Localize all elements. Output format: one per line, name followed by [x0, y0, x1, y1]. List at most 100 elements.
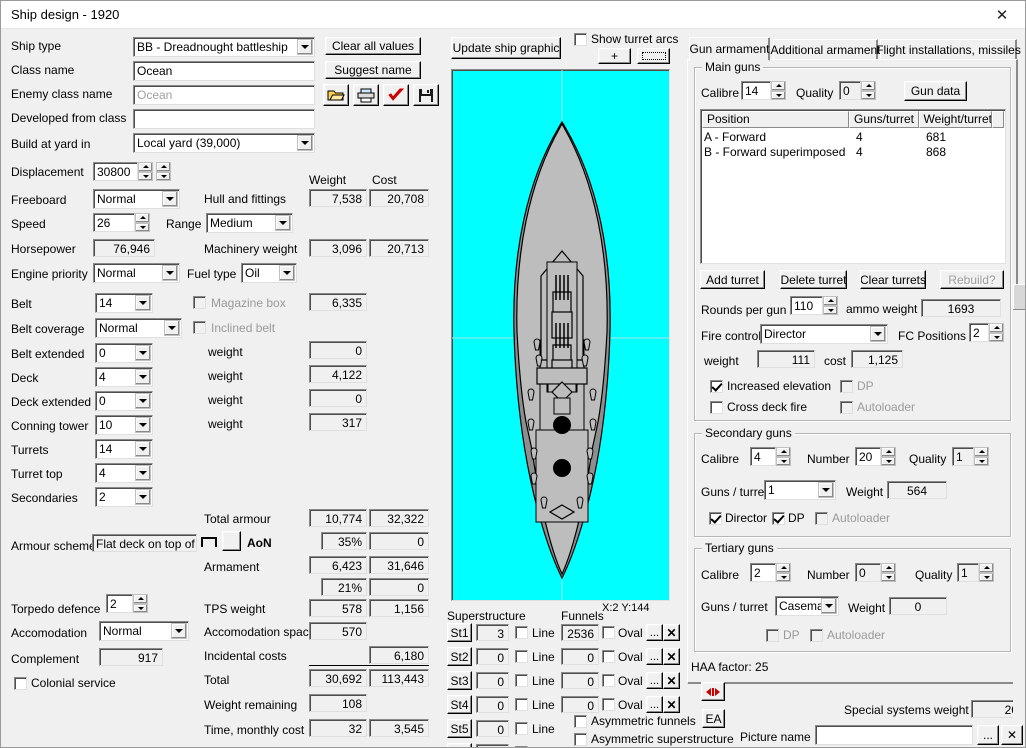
fuel-type-combo[interactable]: Oil: [241, 263, 297, 283]
tertiary-calibre-input[interactable]: 2: [750, 563, 776, 582]
clear-all-values-button[interactable]: Clear all values: [325, 37, 421, 55]
marquee-icon[interactable]: [637, 48, 670, 64]
chevron-down-icon[interactable]: [135, 393, 151, 409]
funnel-browse-button-4[interactable]: ...: [646, 696, 663, 713]
tab-additional-armament[interactable]: Additional armament: [770, 39, 881, 60]
secondary-director-checkbox[interactable]: [709, 512, 722, 525]
col-position[interactable]: Position: [702, 111, 849, 128]
secondary-calibre-stepper[interactable]: [776, 447, 791, 466]
chevron-down-icon[interactable]: [821, 598, 837, 614]
increased-elevation-checkbox[interactable]: [710, 380, 723, 393]
funnel-value-2[interactable]: 0: [561, 648, 599, 665]
tertiary-calibre-stepper[interactable]: [776, 563, 791, 582]
tertiary-number-input[interactable]: 0: [855, 563, 881, 582]
superstructure-line-checkbox-2[interactable]: [515, 650, 528, 663]
chevron-down-icon[interactable]: [275, 215, 291, 231]
picture-clear-button[interactable]: ✕: [1001, 725, 1023, 745]
col-weight-per-turret[interactable]: Weight/turret: [918, 111, 993, 128]
torpedo-defence-input[interactable]: 2: [106, 594, 133, 613]
secondaries-combo[interactable]: 2: [95, 487, 153, 507]
chevron-down-icon[interactable]: [818, 482, 834, 498]
ship-graphic-canvas[interactable]: [451, 69, 670, 601]
chevron-down-icon[interactable]: [135, 465, 151, 481]
conning-tower-combo[interactable]: 10: [95, 415, 153, 435]
chevron-down-icon[interactable]: [162, 265, 178, 281]
tab-flight-installations[interactable]: Flight installations, missiles: [876, 39, 1021, 60]
secondary-number-stepper[interactable]: [881, 447, 896, 466]
funnel-delete-button-4[interactable]: ✕: [663, 696, 680, 713]
secondary-number-input[interactable]: 20: [855, 447, 881, 466]
close-icon[interactable]: ✕: [979, 1, 1025, 29]
delete-turret-button[interactable]: Delete turret: [780, 270, 847, 289]
chevron-down-icon[interactable]: [135, 369, 151, 385]
tertiary-quality-input[interactable]: 1: [957, 563, 979, 582]
chevron-down-icon[interactable]: [162, 191, 178, 207]
asymmetric-superstructure-checkbox[interactable]: [574, 733, 587, 746]
belt-combo[interactable]: 14: [95, 293, 153, 313]
funnel-value-3[interactable]: 0: [561, 672, 599, 689]
developed-from-class-input[interactable]: [133, 109, 315, 129]
tertiary-guns-turret-combo[interactable]: Casemate:: [775, 596, 839, 616]
asymmetric-funnels-checkbox[interactable]: [574, 715, 587, 728]
main-quality-input[interactable]: 0: [839, 81, 861, 100]
show-turret-arcs-checkbox[interactable]: [574, 33, 587, 46]
funnel-value-4[interactable]: 0: [561, 696, 599, 713]
deck-combo[interactable]: 4: [95, 367, 153, 387]
superstructure-button-4[interactable]: St4: [447, 695, 472, 714]
fc-positions-input[interactable]: 2: [969, 323, 989, 342]
funnel-delete-button-1[interactable]: ✕: [663, 624, 680, 641]
build-at-yard-combo[interactable]: Local yard (39,000): [133, 133, 315, 153]
printer-icon[interactable]: [353, 84, 379, 106]
chevron-down-icon[interactable]: [164, 320, 180, 336]
folder-open-icon[interactable]: [323, 84, 349, 106]
belt-extended-combo[interactable]: 0: [95, 343, 153, 363]
funnel-oval-checkbox-4[interactable]: [602, 698, 615, 711]
superstructure-line-checkbox-4[interactable]: [515, 698, 528, 711]
superstructure-button-5[interactable]: St5: [447, 719, 472, 738]
funnel-browse-button-1[interactable]: ...: [646, 624, 663, 641]
secondary-dp-checkbox[interactable]: [772, 512, 785, 525]
turret-top-combo[interactable]: 4: [95, 463, 153, 483]
gun-data-button[interactable]: Gun data: [904, 81, 967, 101]
ship-type-combo[interactable]: BB - Dreadnought battleship: [133, 37, 315, 57]
superstructure-button-6[interactable]: St6: [447, 743, 472, 747]
vertical-scrollbar[interactable]: [1013, 284, 1025, 724]
superstructure-line-checkbox-1[interactable]: [515, 626, 528, 639]
turrets-combo[interactable]: 14: [95, 439, 153, 459]
displacement-stepper[interactable]: [138, 162, 153, 181]
secondary-calibre-input[interactable]: 4: [750, 447, 776, 466]
rounds-per-gun-stepper[interactable]: [823, 296, 838, 315]
superstructure-button-2[interactable]: St2: [447, 647, 472, 666]
accomodation-combo[interactable]: Normal: [99, 621, 189, 641]
superstructure-value-2[interactable]: 0: [476, 648, 509, 665]
left-right-arrows-icon[interactable]: [701, 682, 725, 701]
superstructure-line-checkbox-3[interactable]: [515, 674, 528, 687]
superstructure-value-3[interactable]: 0: [476, 672, 509, 689]
funnel-browse-button-2[interactable]: ...: [646, 648, 663, 665]
engine-priority-combo[interactable]: Normal: [93, 263, 180, 283]
rounds-per-gun-input[interactable]: 110: [790, 296, 823, 315]
main-quality-stepper[interactable]: [861, 81, 876, 100]
enemy-class-name-input[interactable]: Ocean: [133, 85, 315, 105]
superstructure-line-checkbox-5[interactable]: [515, 722, 528, 735]
chevron-down-icon[interactable]: [297, 135, 313, 151]
funnel-delete-button-2[interactable]: ✕: [663, 648, 680, 665]
fire-control-combo[interactable]: Director: [760, 324, 888, 344]
funnel-value-1[interactable]: 2536: [561, 624, 599, 641]
funnel-browse-button-3[interactable]: ...: [646, 672, 663, 689]
superstructure-button-3[interactable]: St3: [447, 671, 472, 690]
chevron-down-icon[interactable]: [135, 417, 151, 433]
superstructure-value-1[interactable]: 3: [476, 624, 509, 641]
chevron-down-icon[interactable]: [135, 345, 151, 361]
deck-extended-combo[interactable]: 0: [95, 391, 153, 411]
chevron-down-icon[interactable]: [135, 489, 151, 505]
add-turret-button[interactable]: Add turret: [700, 270, 765, 289]
chevron-down-icon[interactable]: [135, 441, 151, 457]
funnel-oval-checkbox-3[interactable]: [602, 674, 615, 687]
superstructure-value-5[interactable]: 0: [476, 720, 509, 737]
funnel-oval-checkbox-2[interactable]: [602, 650, 615, 663]
displacement-stepper-2[interactable]: [156, 162, 171, 181]
ea-button[interactable]: EA: [702, 709, 725, 728]
tertiary-number-stepper[interactable]: [881, 563, 896, 582]
picture-browse-button[interactable]: ...: [977, 725, 999, 745]
